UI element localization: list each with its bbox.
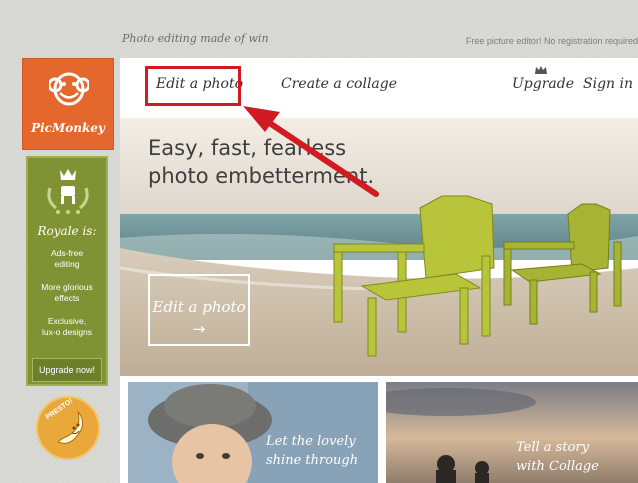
- promo-text-line: with Collage: [516, 459, 599, 474]
- presto-badge[interactable]: PRESTO!: [36, 396, 100, 460]
- royale-title: Royale is:: [37, 224, 97, 238]
- annotation-highlight-box: [145, 66, 241, 106]
- upgrade-now-button[interactable]: Upgrade now!: [32, 358, 102, 382]
- promo-card-portrait[interactable]: Let the lovely shine through: [128, 382, 378, 483]
- crown-laurel-icon: [47, 169, 89, 214]
- promo-text-line: Tell a story: [516, 440, 589, 455]
- hero-banner: Easy, fast, fearless photo embetterment.…: [120, 118, 638, 376]
- nav-sign-in[interactable]: Sign in: [583, 76, 633, 92]
- promo-card-portrait-text: Let the lovely shine through: [266, 432, 358, 470]
- tagline: Photo editing made of win: [122, 32, 269, 45]
- page: Photo editing made of win Free picture e…: [0, 0, 638, 483]
- crown-icon: [535, 66, 547, 74]
- hero-headline-line1: Easy, fast, fearless: [148, 136, 347, 160]
- monkey-face-icon: [49, 72, 89, 106]
- brand-name: PicMonkey: [31, 121, 105, 135]
- hero-headline-line2: photo embetterment.: [148, 164, 375, 188]
- nav-upgrade[interactable]: Upgrade: [512, 76, 574, 92]
- promo-text-line: Let the lovely: [266, 434, 356, 449]
- sunset-couple-image: [386, 382, 638, 483]
- arrow-right-icon: →: [192, 320, 206, 338]
- royale-feature: Ads-free editing: [50, 248, 84, 269]
- hero-edit-photo-button[interactable]: Edit a photo →: [148, 274, 250, 346]
- royale-feature: More glorious effects: [41, 282, 93, 303]
- picmonkey-logo[interactable]: PicMonkey: [22, 58, 114, 150]
- royale-feature: Exclusive, lux-o designs: [41, 316, 93, 337]
- nav-create-collage[interactable]: Create a collage: [281, 76, 397, 92]
- promo-card-collage-text: Tell a story with Collage: [516, 438, 599, 476]
- banana-mascot-icon: [57, 410, 83, 444]
- registration-notice: Free picture editor! No registration req…: [465, 36, 638, 46]
- promo-text-line: shine through: [266, 453, 359, 468]
- hero-cta-label: Edit a photo: [152, 298, 246, 316]
- promo-card-collage[interactable]: Tell a story with Collage: [386, 382, 638, 483]
- royale-panel: Royale is: Ads-free editing More gloriou…: [26, 156, 108, 386]
